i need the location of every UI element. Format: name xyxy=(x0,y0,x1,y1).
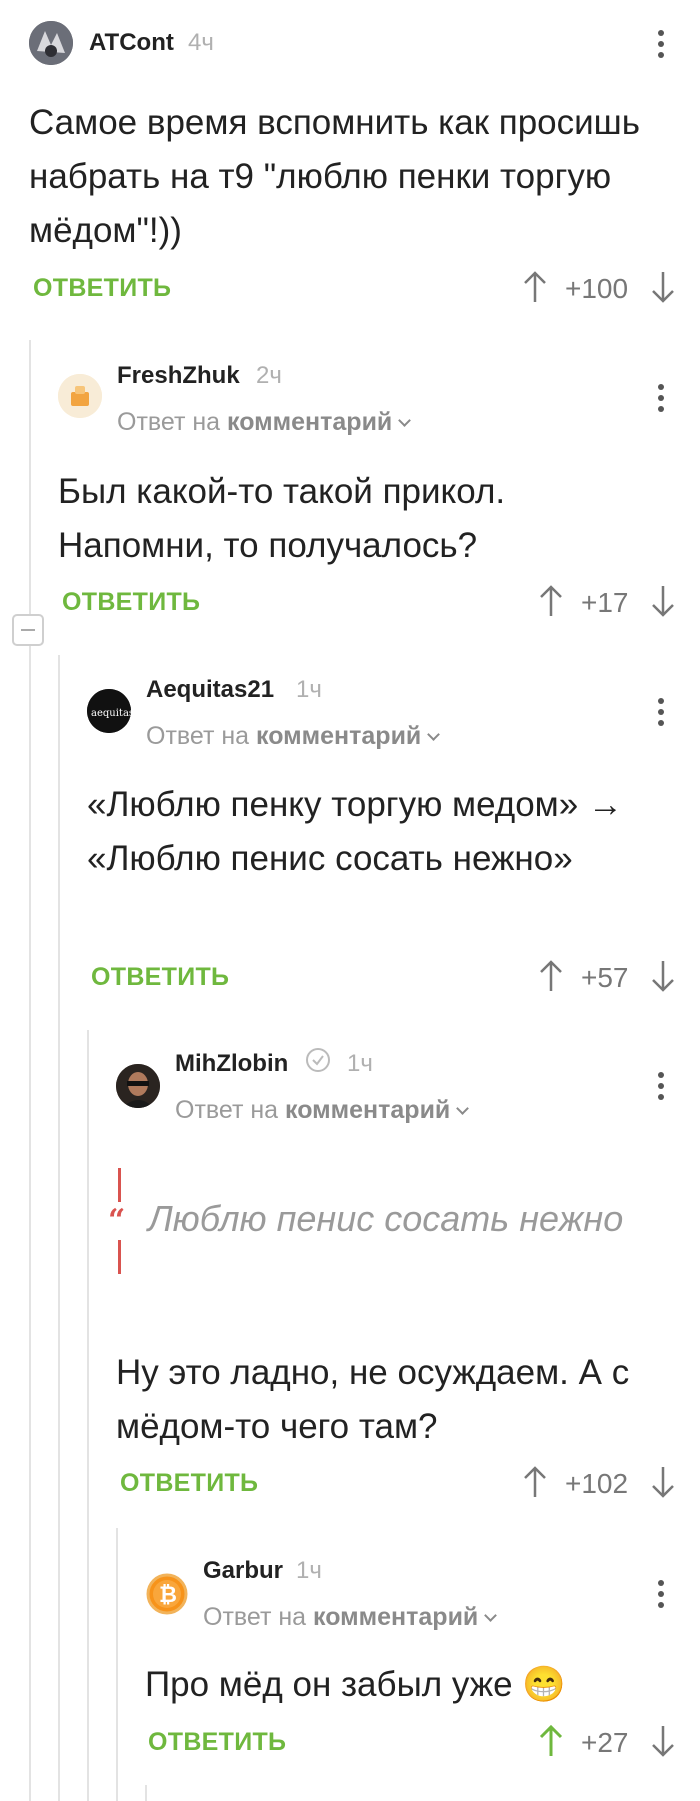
avatar[interactable]: aequitas xyxy=(87,689,131,733)
quoted-text: Люблю пенис сосать нежно xyxy=(148,1198,624,1239)
rating: +57 xyxy=(581,962,629,993)
comment-text: Самое время вспомнить как просишь набрат… xyxy=(29,103,640,250)
comment-time: 4ч xyxy=(188,29,214,56)
chevron-down-icon xyxy=(484,1609,498,1622)
quote-bar xyxy=(118,1168,121,1202)
chevron-down-icon xyxy=(456,1102,470,1115)
rating: +102 xyxy=(565,1468,629,1499)
avatar[interactable]: ₿ xyxy=(145,1572,189,1616)
downvote-icon[interactable] xyxy=(650,584,676,618)
thread-line-2 xyxy=(58,655,60,1801)
reply-to-link[interactable]: Ответ на комментарий xyxy=(146,722,441,751)
reply-button[interactable]: ОТВЕТИТЬ xyxy=(91,963,229,992)
thread-line-1 xyxy=(29,340,31,1801)
comment-time: 2ч xyxy=(256,362,282,389)
downvote-icon[interactable] xyxy=(650,1724,676,1758)
chevron-down-icon xyxy=(427,728,441,741)
svg-text:aequitas: aequitas xyxy=(91,708,131,719)
reply-button[interactable]: ОТВЕТИТЬ xyxy=(120,1469,258,1498)
more-options-icon[interactable] xyxy=(658,30,666,63)
quote-bar xyxy=(118,1240,121,1274)
username[interactable]: FreshZhuk xyxy=(117,362,240,390)
reply-button[interactable]: ОТВЕТИТЬ xyxy=(33,274,171,303)
avatar[interactable] xyxy=(58,374,102,418)
quote-icon: “ xyxy=(108,1203,126,1238)
downvote-icon[interactable] xyxy=(650,959,676,993)
upvote-icon[interactable] xyxy=(522,1465,548,1499)
rating: +100 xyxy=(565,273,629,304)
upvote-icon[interactable] xyxy=(522,270,548,304)
username[interactable]: Aequitas21 xyxy=(146,676,274,704)
comment-text: Был какой-то такой прикол. Напомни, то п… xyxy=(58,472,506,565)
username[interactable]: MihZlobin xyxy=(175,1050,288,1078)
comment-time: 1ч xyxy=(347,1050,373,1077)
reply-to-link[interactable]: Ответ на комментарий xyxy=(203,1603,498,1632)
comment-text: «Люблю пенку торгую медом» → «Люблю пени… xyxy=(87,785,623,878)
comment-text: Про мёд он забыл уже 😁 xyxy=(145,1665,566,1704)
thread-line-3 xyxy=(87,1030,89,1801)
collapse-thread-button[interactable] xyxy=(12,614,44,646)
upvote-icon[interactable] xyxy=(538,1724,564,1758)
chevron-down-icon xyxy=(398,414,412,427)
reply-to-link[interactable]: Ответ на комментарий xyxy=(117,408,412,437)
avatar[interactable] xyxy=(29,21,73,65)
more-options-icon[interactable] xyxy=(658,698,666,731)
avatar[interactable] xyxy=(116,1064,160,1108)
comment-time: 1ч xyxy=(296,676,322,703)
username[interactable]: Garbur xyxy=(203,1557,283,1585)
reply-to-link[interactable]: Ответ на комментарий xyxy=(175,1096,470,1125)
thread-line-5 xyxy=(145,1785,147,1801)
thread-line-4 xyxy=(116,1528,118,1801)
username[interactable]: ATCont xyxy=(89,29,174,57)
verified-icon xyxy=(306,1048,330,1072)
more-options-icon[interactable] xyxy=(658,1580,666,1613)
downvote-icon[interactable] xyxy=(650,270,676,304)
svg-text:₿: ₿ xyxy=(159,1583,177,1608)
rating: +17 xyxy=(581,587,629,618)
reply-button[interactable]: ОТВЕТИТЬ xyxy=(62,588,200,617)
comment-time: 1ч xyxy=(296,1557,322,1584)
more-options-icon[interactable] xyxy=(658,384,666,417)
downvote-icon[interactable] xyxy=(650,1465,676,1499)
more-options-icon[interactable] xyxy=(658,1072,666,1105)
reply-button[interactable]: ОТВЕТИТЬ xyxy=(148,1728,286,1757)
rating: +27 xyxy=(581,1727,629,1758)
comment-text: Ну это ладно, не осуждаем. А с мёдом-то … xyxy=(116,1353,630,1446)
upvote-icon[interactable] xyxy=(538,959,564,993)
upvote-icon[interactable] xyxy=(538,584,564,618)
